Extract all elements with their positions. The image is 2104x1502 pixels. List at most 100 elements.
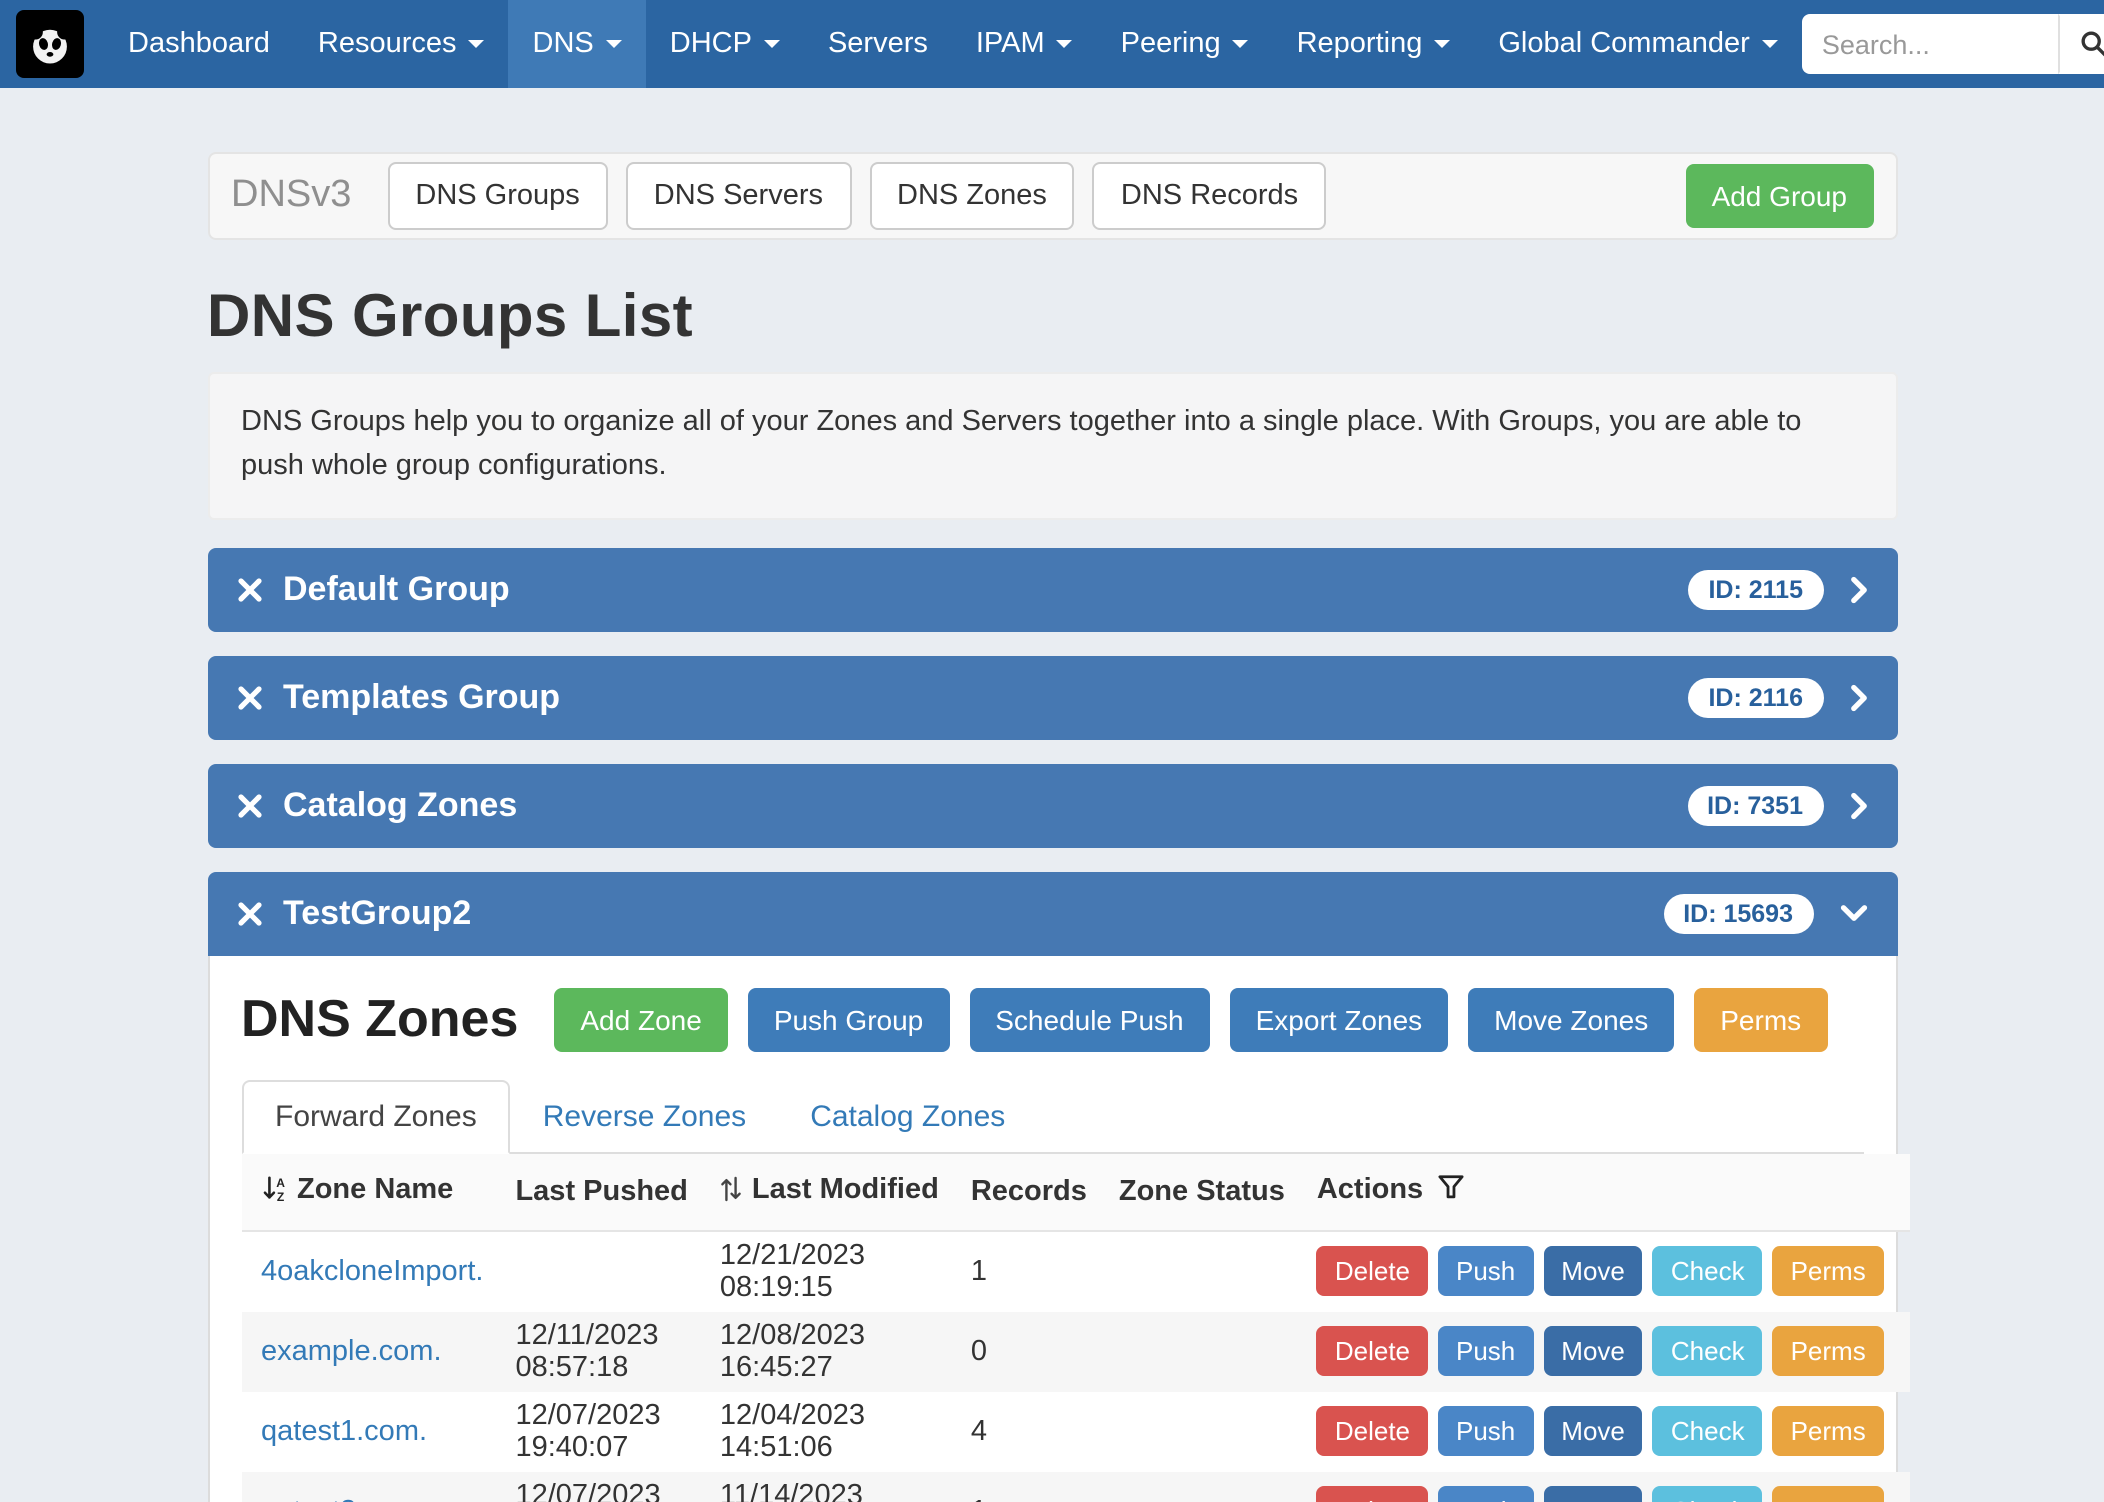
table-row: qatest1.com. 12/07/2023 19:40:07 12/04/2… <box>241 1391 1910 1471</box>
push-group-button[interactable]: Push Group <box>748 987 949 1051</box>
caret-down-icon <box>469 40 485 48</box>
export-zones-button[interactable]: Export Zones <box>1230 987 1449 1051</box>
tab-forward-zones[interactable]: Forward Zones <box>241 1079 511 1153</box>
delete-button[interactable]: Delete <box>1317 1246 1428 1296</box>
remove-group-icon[interactable] <box>237 901 261 925</box>
nav-item-servers[interactable]: Servers <box>804 0 952 88</box>
group-bar-default-group[interactable]: Default Group ID: 2115 <box>207 547 1897 631</box>
filter-icon[interactable] <box>1437 1174 1463 1208</box>
delete-button[interactable]: Delete <box>1317 1326 1428 1376</box>
header-zone-status[interactable]: Zone Status <box>1103 1153 1301 1230</box>
nav-item-dns[interactable]: DNS <box>509 0 646 88</box>
move-button[interactable]: Move <box>1543 1486 1643 1502</box>
zone-action-buttons: Add Zone Push Group Schedule Push Export Zo… <box>554 987 1827 1051</box>
move-button[interactable]: Move <box>1543 1406 1643 1456</box>
push-button[interactable]: Push <box>1438 1326 1533 1376</box>
header-zone-name[interactable]: A Z Zone Name <box>241 1153 499 1230</box>
dns-nav-buttons: DNS Groups DNS Servers DNS Zones DNS Record… <box>387 162 1326 230</box>
dns-zones-button[interactable]: DNS Zones <box>869 162 1075 230</box>
nav-item-resources[interactable]: Resources <box>294 0 509 88</box>
group-name: Templates Group <box>283 677 560 717</box>
perms-button[interactable]: Perms <box>1773 1486 1884 1502</box>
chevron-right-icon[interactable] <box>1849 683 1867 711</box>
check-button[interactable]: Check <box>1653 1406 1763 1456</box>
perms-button[interactable]: Perms <box>1773 1406 1884 1456</box>
zone-name-link[interactable]: 4oakcloneImport. <box>261 1255 483 1287</box>
push-button[interactable]: Push <box>1438 1486 1533 1502</box>
nav-item-global-commander[interactable]: Global Commander <box>1474 0 1801 88</box>
nav-item-peering[interactable]: Peering <box>1097 0 1273 88</box>
search-button[interactable] <box>2058 14 2104 74</box>
table-row: 4oakcloneImport. 12/21/2023 08:19:15 1 D… <box>241 1230 1910 1311</box>
zones-table: A Z Zone Name Last Pushed <box>241 1153 1910 1502</box>
group-bar-catalog-zones[interactable]: Catalog Zones ID: 7351 <box>207 763 1897 847</box>
perms-button[interactable]: Perms <box>1773 1246 1884 1296</box>
page-title: DNS Groups List <box>207 284 1897 352</box>
page-description: DNS Groups help you to organize all of y… <box>207 372 1897 519</box>
last-modified-cell: 12/08/2023 16:45:27 <box>704 1311 955 1391</box>
table-row: qatest2.com. 12/07/2023 19:40:14 11/14/2… <box>241 1471 1910 1502</box>
remove-group-icon[interactable] <box>237 685 261 709</box>
caret-down-icon <box>1434 40 1450 48</box>
row-actions: DeletePushMoveCheckPerms <box>1301 1311 1910 1391</box>
sort-alpha-icon[interactable]: A Z <box>261 1175 287 1209</box>
zone-name-link[interactable]: qatest1.com. <box>261 1415 427 1447</box>
check-button[interactable]: Check <box>1653 1246 1763 1296</box>
zone-name-link[interactable]: example.com. <box>261 1335 442 1367</box>
header-last-modified[interactable]: Last Modified <box>704 1153 955 1230</box>
move-button[interactable]: Move <box>1543 1326 1643 1376</box>
delete-button[interactable]: Delete <box>1317 1406 1428 1456</box>
nav-item-ipam[interactable]: IPAM <box>952 0 1097 88</box>
zone-status-cell <box>1103 1230 1301 1311</box>
group-name: Catalog Zones <box>283 785 517 825</box>
sort-updown-icon[interactable] <box>720 1175 742 1209</box>
group-testgroup2: TestGroup2 ID: 15693 DNS Zones Add Zone P… <box>207 871 1897 1502</box>
zones-title: DNS Zones <box>241 988 518 1050</box>
schedule-push-button[interactable]: Schedule Push <box>969 987 1209 1051</box>
zone-tabs: Forward ZonesReverse ZonesCatalog Zones <box>241 1079 1863 1153</box>
push-button[interactable]: Push <box>1438 1246 1533 1296</box>
nav-item-reporting[interactable]: Reporting <box>1273 0 1475 88</box>
panda-logo[interactable] <box>16 10 84 78</box>
header-last-pushed[interactable]: Last Pushed <box>499 1153 703 1230</box>
perms-button[interactable]: Perms <box>1694 987 1827 1051</box>
chevron-right-icon[interactable] <box>1849 575 1867 603</box>
svg-text:Z: Z <box>276 1189 284 1201</box>
nav-item-dhcp[interactable]: DHCP <box>646 0 804 88</box>
chevron-down-icon[interactable] <box>1839 904 1867 922</box>
search-group <box>1802 14 2104 74</box>
navbar-right <box>1802 0 2104 88</box>
push-button[interactable]: Push <box>1438 1406 1533 1456</box>
header-actions: Actions <box>1301 1153 1910 1230</box>
add-zone-button[interactable]: Add Zone <box>554 987 727 1051</box>
last-pushed-cell: 12/07/2023 19:40:07 <box>499 1391 703 1471</box>
header-records[interactable]: Records <box>955 1153 1103 1230</box>
perms-button[interactable]: Perms <box>1773 1326 1884 1376</box>
zone-status-cell <box>1103 1471 1301 1502</box>
check-button[interactable]: Check <box>1653 1326 1763 1376</box>
caret-down-icon <box>764 40 780 48</box>
zone-name-link[interactable]: qatest2.com. <box>261 1495 427 1502</box>
tab-reverse-zones[interactable]: Reverse Zones <box>511 1081 778 1151</box>
records-cell: 0 <box>955 1311 1103 1391</box>
nav-item-dashboard[interactable]: Dashboard <box>104 0 294 88</box>
last-pushed-cell <box>499 1230 703 1311</box>
move-button[interactable]: Move <box>1543 1246 1643 1296</box>
search-input[interactable] <box>1802 14 2058 74</box>
group-bar-testgroup2[interactable]: TestGroup2 ID: 15693 <box>207 871 1897 955</box>
chevron-right-icon[interactable] <box>1849 791 1867 819</box>
group-bar-templates-group[interactable]: Templates Group ID: 2116 <box>207 655 1897 739</box>
dns-servers-button[interactable]: DNS Servers <box>626 162 851 230</box>
dns-groups-button[interactable]: DNS Groups <box>387 162 607 230</box>
dns-records-button[interactable]: DNS Records <box>1093 162 1326 230</box>
last-modified-cell: 12/21/2023 08:19:15 <box>704 1230 955 1311</box>
check-button[interactable]: Check <box>1653 1486 1763 1502</box>
add-group-button[interactable]: Add Group <box>1686 164 1873 228</box>
app-root: DashboardResourcesDNSDHCPServersIPAMPeer… <box>0 0 2104 1502</box>
last-pushed-cell: 12/07/2023 19:40:14 <box>499 1471 703 1502</box>
delete-button[interactable]: Delete <box>1317 1486 1428 1502</box>
remove-group-icon[interactable] <box>237 577 261 601</box>
tab-catalog-zones[interactable]: Catalog Zones <box>778 1081 1037 1151</box>
remove-group-icon[interactable] <box>237 793 261 817</box>
move-zones-button[interactable]: Move Zones <box>1468 987 1674 1051</box>
